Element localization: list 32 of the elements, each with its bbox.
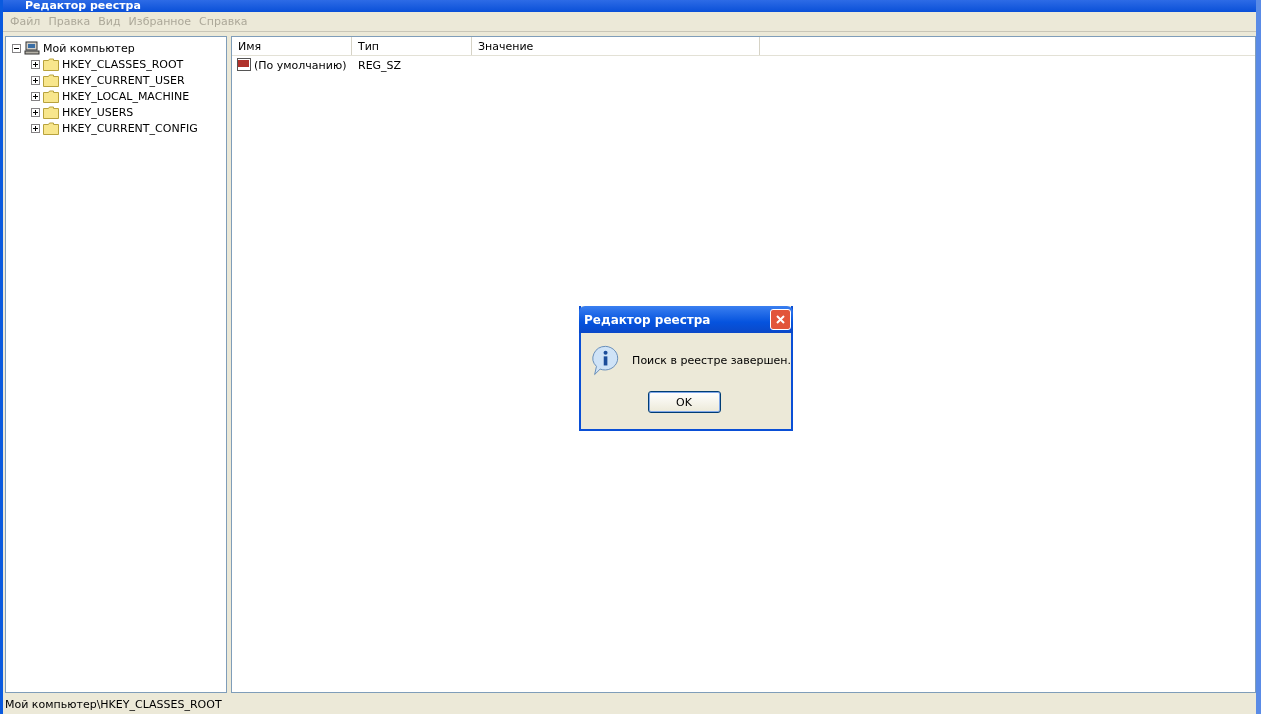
string-value-icon bbox=[237, 58, 252, 72]
expand-icon[interactable] bbox=[31, 59, 40, 69]
close-icon bbox=[775, 314, 786, 325]
status-bar-text: Мой компьютер\HKEY_CLASSES_ROOT bbox=[5, 698, 222, 711]
folder-icon bbox=[43, 73, 59, 87]
folder-icon bbox=[43, 57, 59, 71]
folder-icon bbox=[43, 121, 59, 135]
dialog-message: Поиск в реестре завершен. bbox=[632, 353, 791, 367]
column-header[interactable]: Имя bbox=[232, 37, 352, 55]
tree-item[interactable]: HKEY_CLASSES_ROOT bbox=[62, 57, 184, 71]
column-header[interactable]: Значение bbox=[472, 37, 760, 55]
expand-icon[interactable] bbox=[31, 91, 40, 101]
tree-item[interactable]: HKEY_CURRENT_CONFIG bbox=[62, 121, 198, 135]
close-button[interactable] bbox=[770, 309, 791, 330]
tree-item[interactable]: HKEY_USERS bbox=[62, 105, 134, 119]
dialog-title: Редактор реестра bbox=[584, 312, 711, 327]
tree-item[interactable]: Мой компьютер bbox=[43, 41, 135, 55]
tree-item[interactable]: HKEY_LOCAL_MACHINE bbox=[62, 89, 190, 103]
window-title: Редактор реестра bbox=[25, 0, 141, 12]
computer-icon bbox=[24, 41, 40, 55]
collapse-icon[interactable] bbox=[12, 43, 21, 53]
expand-icon[interactable] bbox=[31, 107, 40, 117]
table-cell: REG_SZ bbox=[358, 58, 402, 72]
expand-icon[interactable] bbox=[31, 123, 40, 133]
ok-button[interactable]: OK bbox=[647, 391, 721, 413]
folder-icon bbox=[43, 89, 59, 103]
info-icon bbox=[591, 343, 621, 377]
table-cell: (По умолчанию) bbox=[254, 58, 347, 72]
tree-item[interactable]: HKEY_CURRENT_USER bbox=[62, 73, 185, 87]
column-header[interactable]: Тип bbox=[352, 37, 472, 55]
folder-icon bbox=[43, 105, 59, 119]
expand-icon[interactable] bbox=[31, 75, 40, 85]
